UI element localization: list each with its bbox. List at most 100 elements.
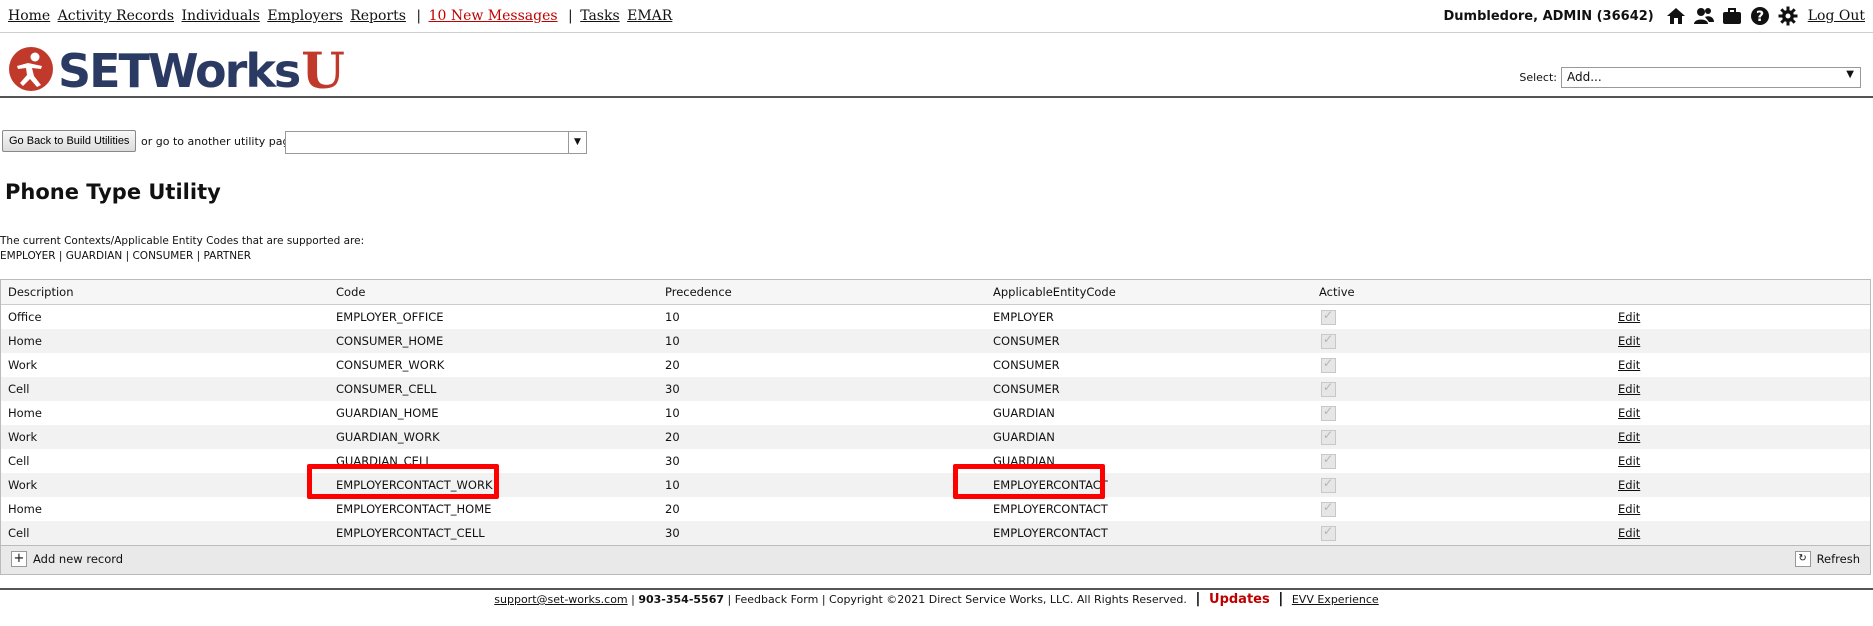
feedback-form-link[interactable]: Feedback Form xyxy=(735,593,819,606)
home-icon[interactable] xyxy=(1665,5,1687,27)
help-icon[interactable]: ? xyxy=(1749,5,1771,27)
column-header-precedence[interactable]: Precedence xyxy=(658,280,986,305)
active-checkbox xyxy=(1321,404,1336,421)
edit-link[interactable]: Edit xyxy=(1618,430,1640,444)
cell-applicable-entity-code: GUARDIAN xyxy=(993,454,1055,468)
table-header-row: Description Code Precedence ApplicableEn… xyxy=(1,280,1870,305)
cell-code: EMPLOYERCONTACT_HOME xyxy=(336,502,492,516)
plus-icon: + xyxy=(11,551,27,567)
nav-separator: | xyxy=(568,8,573,24)
edit-link[interactable]: Edit xyxy=(1618,526,1640,540)
footer-separator: | xyxy=(727,593,735,606)
top-nav: Home Activity Records Individuals Employ… xyxy=(0,0,1873,33)
cell-edit: Edit xyxy=(1611,305,1870,330)
edit-link[interactable]: Edit xyxy=(1618,454,1640,468)
cell-description: Office xyxy=(8,310,42,324)
context-line-2: EMPLOYER | GUARDIAN | CONSUMER | PARTNER xyxy=(0,250,252,262)
select-label: Select: xyxy=(1519,71,1557,84)
footer-separator: | xyxy=(821,593,826,606)
nav-individuals-link[interactable]: Individuals xyxy=(181,8,259,24)
cell-precedence: 30 xyxy=(665,454,680,468)
nav-links: Home Activity Records Individuals Employ… xyxy=(8,8,675,24)
utility-page-select[interactable]: ▼ xyxy=(285,131,587,154)
context-line-1: The current Contexts/Applicable Entity C… xyxy=(0,235,365,247)
cell-precedence: 10 xyxy=(658,329,986,353)
page-title: Phone Type Utility xyxy=(5,180,221,204)
edit-link[interactable]: Edit xyxy=(1618,478,1640,492)
cell-description: Work xyxy=(1,425,329,449)
footer: support@set-works.com | 903-354-5567 | F… xyxy=(0,591,1873,607)
chevron-down-icon: ▼ xyxy=(568,132,586,153)
active-checkbox xyxy=(1321,524,1336,541)
edit-link[interactable]: Edit xyxy=(1618,382,1640,396)
cell-code: CONSUMER_CELL xyxy=(329,377,658,401)
active-checkbox xyxy=(1321,452,1336,469)
active-checkbox xyxy=(1321,380,1336,397)
refresh-label: Refresh xyxy=(1816,552,1860,566)
back-to-build-utilities-button[interactable]: Go Back to Build Utilities xyxy=(2,130,137,152)
edit-link[interactable]: Edit xyxy=(1618,334,1640,348)
edit-link[interactable]: Edit xyxy=(1618,358,1640,372)
nav-right: Dumbledore, ADMIN (36642) ? Log Out xyxy=(1443,5,1865,27)
edit-link[interactable]: Edit xyxy=(1618,310,1640,324)
logo-text: SETWorks xyxy=(58,43,301,98)
cell-active xyxy=(1312,353,1611,377)
nav-tasks-link[interactable]: Tasks xyxy=(580,8,619,24)
goto-label: or go to another utility page: xyxy=(141,135,300,148)
logout-link[interactable]: Log Out xyxy=(1808,8,1865,24)
active-checkbox xyxy=(1321,428,1336,445)
support-email-link[interactable]: support@set-works.com xyxy=(494,593,627,606)
nav-home-link[interactable]: Home xyxy=(8,8,50,24)
table-row: CellCONSUMER_CELL30CONSUMER Edit xyxy=(1,377,1870,401)
setworks-logo[interactable]: SETWorks U xyxy=(8,41,345,100)
active-checkbox xyxy=(1321,308,1336,325)
cell-description: Cell xyxy=(1,521,329,545)
cell-precedence: 20 xyxy=(665,358,680,372)
cell-precedence: 20 xyxy=(665,502,680,516)
gear-icon[interactable] xyxy=(1777,5,1799,27)
context-description: The current Contexts/Applicable Entity C… xyxy=(0,234,364,264)
people-icon[interactable] xyxy=(1693,5,1715,27)
cell-description: Home xyxy=(8,502,42,516)
cell-edit: Edit xyxy=(1611,329,1870,353)
evv-experience-link[interactable]: EVV Experience xyxy=(1292,593,1379,606)
add-new-record-button[interactable]: + Add new record xyxy=(11,551,123,567)
cell-precedence: 10 xyxy=(665,406,680,420)
edit-link[interactable]: Edit xyxy=(1618,502,1640,516)
cell-active xyxy=(1312,377,1611,401)
active-checkbox xyxy=(1321,332,1336,349)
nav-reports-link[interactable]: Reports xyxy=(350,8,406,24)
nav-activity-records-link[interactable]: Activity Records xyxy=(58,8,174,24)
cell-active xyxy=(1312,497,1611,521)
column-header-code[interactable]: Code xyxy=(329,280,658,305)
cell-description: Work xyxy=(8,358,38,372)
edit-link[interactable]: Edit xyxy=(1618,406,1640,420)
nav-messages-link[interactable]: 10 New Messages xyxy=(429,8,558,24)
cell-applicable-entity-code: EMPLOYERCONTACT xyxy=(986,521,1312,545)
table-row: Work CONSUMER_WORK 20 CONSUMER Edit xyxy=(1,353,1870,377)
column-header-applicable-entity-code[interactable]: ApplicableEntityCode xyxy=(986,280,1312,305)
cell-active xyxy=(1312,401,1611,425)
nav-separator: | xyxy=(416,8,422,24)
updates-link[interactable]: Updates xyxy=(1209,592,1270,607)
table-row: Work EMPLOYERCONTACT_WORK 10 EMPLOYERCONTAC… xyxy=(1,473,1870,497)
nav-emar-link[interactable]: EMAR xyxy=(627,8,672,24)
refresh-button[interactable]: ↻ Refresh xyxy=(1794,551,1860,567)
cell-description: Cell xyxy=(8,454,30,468)
add-select-value: Add... xyxy=(1567,70,1602,84)
svg-text:?: ? xyxy=(1756,9,1764,25)
table-row: Cell GUARDIAN_CELL 30 GUARDIAN Edit xyxy=(1,449,1870,473)
cell-applicable-entity-code: EMPLOYER xyxy=(993,310,1054,324)
cell-precedence: 30 xyxy=(658,377,986,401)
column-header-description[interactable]: Description xyxy=(1,280,329,305)
cell-code: EMPLOYER_OFFICE xyxy=(336,310,444,324)
briefcase-icon[interactable] xyxy=(1721,5,1743,27)
active-checkbox xyxy=(1321,356,1336,373)
nav-employers-link[interactable]: Employers xyxy=(267,8,342,24)
cell-active xyxy=(1312,305,1611,330)
column-header-active[interactable]: Active xyxy=(1312,280,1611,305)
add-select[interactable]: Add... ▼ xyxy=(1561,67,1861,88)
cell-code: EMPLOYERCONTACT_CELL xyxy=(329,521,658,545)
cell-precedence: 20 xyxy=(658,425,986,449)
cell-description: Home xyxy=(8,406,42,420)
